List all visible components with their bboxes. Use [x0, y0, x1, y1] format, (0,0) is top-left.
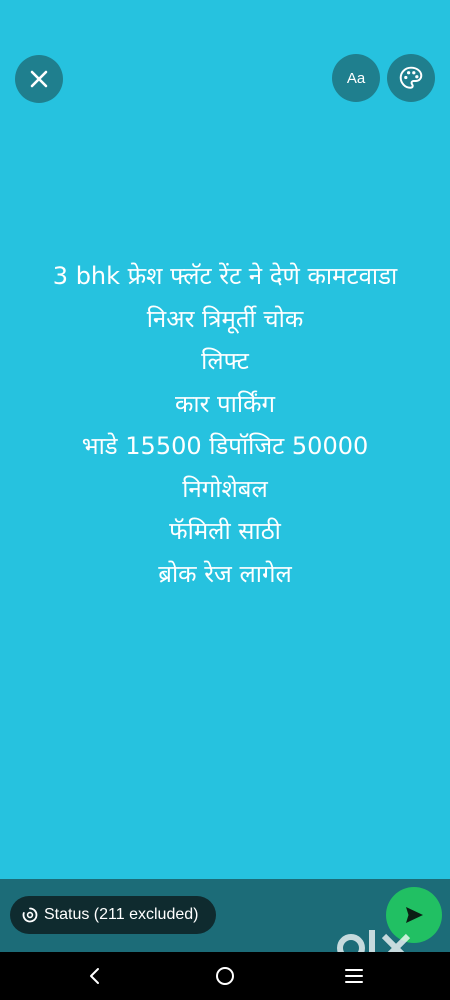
background-color-button[interactable]: [387, 54, 435, 102]
home-icon: [216, 967, 234, 985]
message-line: फॅमिली साठी: [169, 517, 281, 545]
status-privacy-button[interactable]: Status (211 excluded): [10, 896, 216, 934]
message-line: निअर त्रिमूर्ती चोक: [146, 304, 304, 333]
message-line: ब्रोक रेज लागेल: [158, 559, 292, 588]
font-style-label: Aa: [346, 69, 366, 87]
message-line: कार पार्किंग: [174, 389, 276, 418]
status-composer-screen: Aa 3 bhk फ्रेश फ्लॅट रेंट ने देणे कामटवा…: [0, 0, 450, 1000]
palette-icon: [399, 66, 423, 89]
message-line: लिफ्ट: [201, 347, 249, 375]
nav-back-button[interactable]: [71, 952, 119, 1000]
message-line: 3 bhk फ्रेश फ्लॅट रेंट ने देणे कामटवाडा: [52, 262, 398, 290]
recents-icon: [345, 969, 363, 983]
status-chip-label: Status (211 excluded): [44, 906, 199, 923]
nav-home-button[interactable]: [201, 952, 249, 1000]
close-button[interactable]: [15, 55, 63, 103]
send-icon: [406, 907, 423, 923]
message-line: भाडे 15500 डिपॉजिट 50000: [81, 432, 369, 460]
close-icon: [30, 70, 48, 88]
status-text-input[interactable]: 3 bhk फ्रेश फ्लॅट रेंट ने देणे कामटवाडा …: [0, 255, 450, 595]
status-ring-icon: [22, 907, 38, 923]
font-style-button[interactable]: Aa: [332, 54, 380, 102]
nav-recents-button[interactable]: [330, 952, 378, 1000]
message-line: निगोशेबल: [182, 474, 268, 503]
back-icon: [90, 968, 99, 984]
